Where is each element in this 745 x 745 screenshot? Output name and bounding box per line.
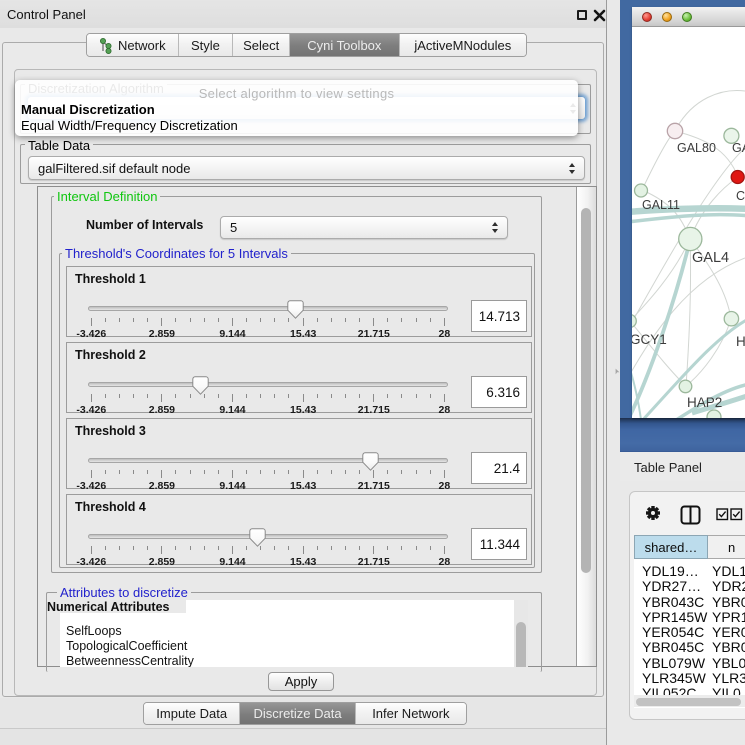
svg-text:GAL80: GAL80 xyxy=(677,141,716,155)
svg-text:GA: GA xyxy=(732,141,745,155)
svg-text:C: C xyxy=(736,189,745,203)
svg-text:GAL4: GAL4 xyxy=(692,250,729,266)
svg-text:H: H xyxy=(736,334,745,349)
svg-text:GCY1: GCY1 xyxy=(632,332,667,347)
svg-text:HAP2: HAP2 xyxy=(687,395,722,410)
svg-text:GAL11: GAL11 xyxy=(642,198,680,212)
